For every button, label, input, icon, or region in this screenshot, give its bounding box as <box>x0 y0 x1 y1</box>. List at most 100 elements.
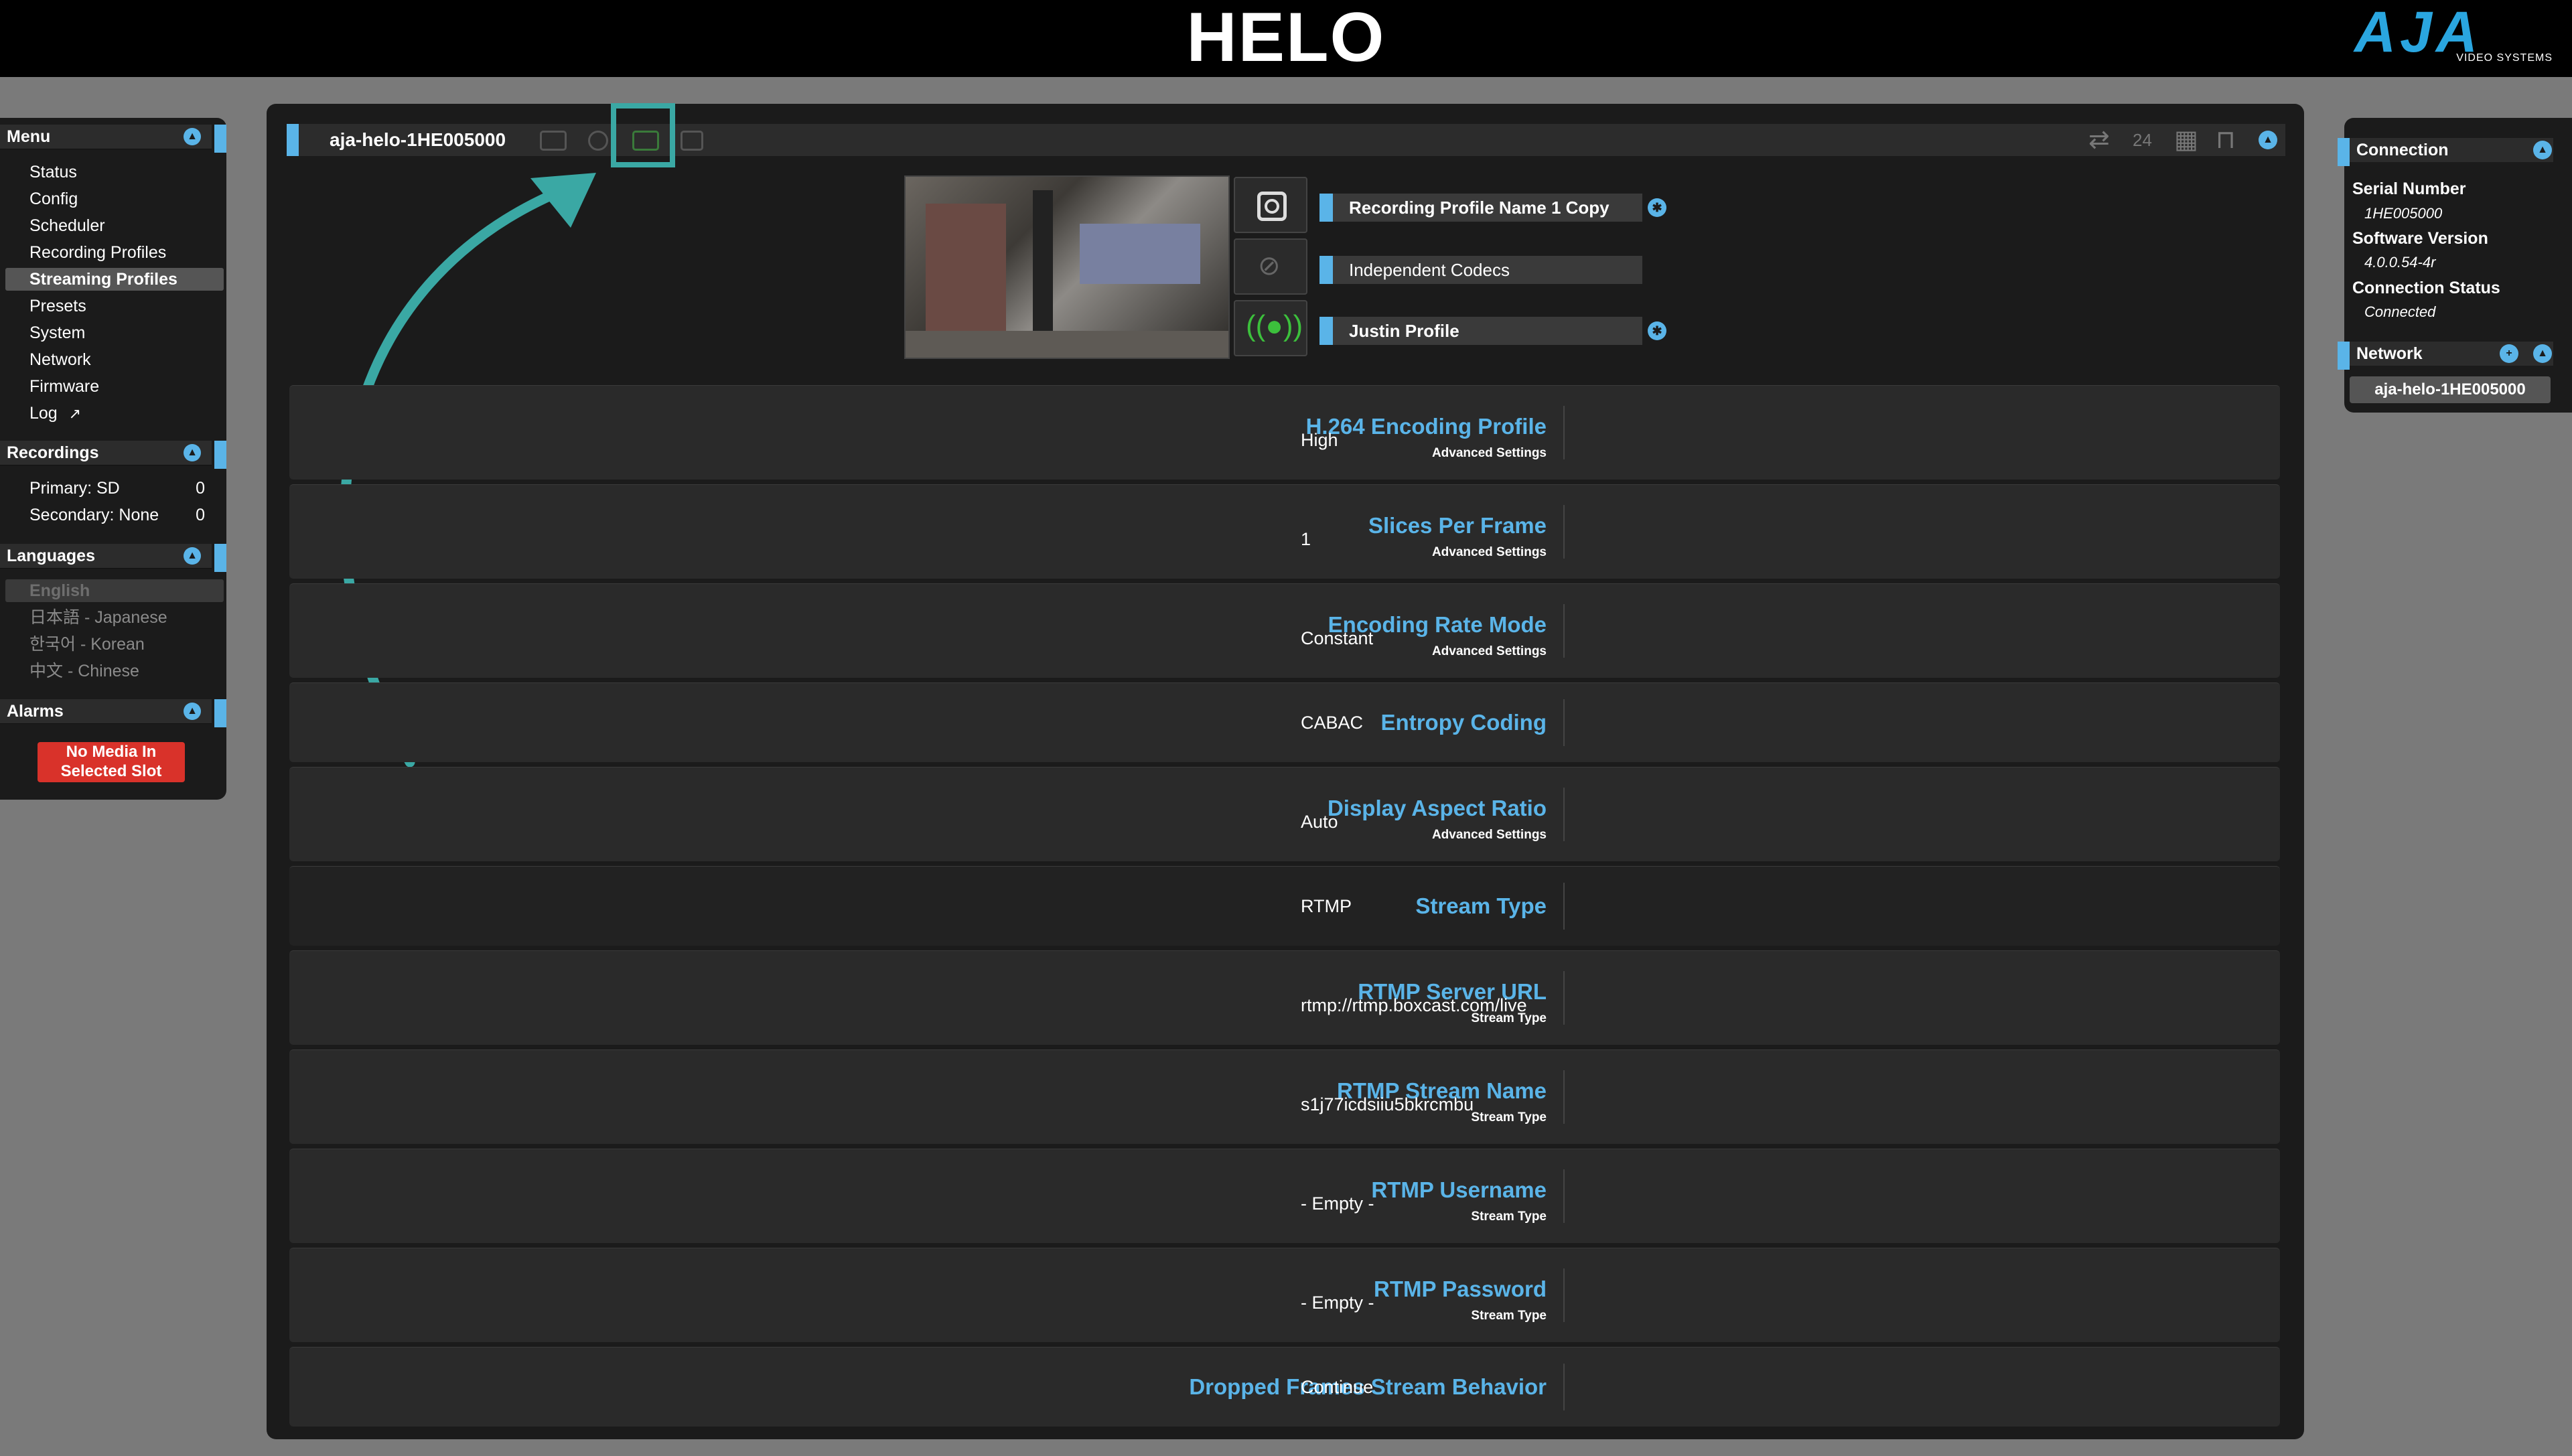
setting-value[interactable]: RTMP <box>1301 896 1352 917</box>
setting-value[interactable]: rtmp://rtmp.boxcast.com/live <box>1301 995 1527 1016</box>
languages-tab <box>214 544 226 572</box>
setting-row-rtmp-stream-name[interactable]: RTMP Stream Name Stream Type s1j77icdsii… <box>289 1049 2280 1144</box>
device-tab <box>287 124 299 156</box>
setting-value[interactable]: High <box>1301 430 1338 451</box>
recordings-collapse-icon[interactable]: ▲ <box>184 444 201 461</box>
row-divider <box>1563 1268 1565 1322</box>
network-collapse-icon[interactable]: ▲ <box>2533 344 2552 363</box>
recording-profile-field[interactable]: Recording Profile Name 1 Copy <box>1319 194 1642 222</box>
device-header: aja-helo-1HE005000 ⇄ 24 ▦ ⊓ ▲ <box>287 124 2285 156</box>
setting-row-slices[interactable]: Slices Per Frame Advanced Settings 1 <box>289 484 2280 579</box>
network-title: Network <box>2356 344 2423 363</box>
connection-collapse-icon[interactable]: ▲ <box>2533 141 2552 159</box>
setting-row-rtmp-url[interactable]: RTMP Server URL Stream Type rtmp://rtmp.… <box>289 950 2280 1045</box>
recordings-tab <box>214 441 226 469</box>
setting-value[interactable]: - Empty - <box>1301 1193 1374 1214</box>
setting-value[interactable]: - Empty - <box>1301 1293 1374 1313</box>
menu-item-log-label: Log <box>29 404 58 423</box>
language-japanese[interactable]: 日本語 - Japanese <box>29 606 167 629</box>
link-icon: ⊘ <box>1258 251 1281 281</box>
menu-item-network[interactable]: Network <box>29 348 91 371</box>
record-mode-button[interactable] <box>1234 177 1307 233</box>
language-korean[interactable]: 한국어 - Korean <box>29 633 145 656</box>
recordings-header: Recordings ▲ <box>0 441 226 469</box>
broadcast-icon: ((●)) <box>1246 309 1303 342</box>
network-header: Network + ▲ <box>2338 342 2553 370</box>
calendar-icon[interactable]: 24 <box>2133 124 2152 156</box>
menu-item-system[interactable]: System <box>29 321 85 344</box>
row-divider <box>1563 883 1565 930</box>
row-divider <box>1563 971 1565 1025</box>
link-icon[interactable] <box>588 131 608 151</box>
menu-item-firmware[interactable]: Firmware <box>29 375 99 398</box>
serial-number-label: Serial Number <box>2352 179 2466 198</box>
device-collapse-icon[interactable]: ▲ <box>2259 131 2277 149</box>
setting-row-aspect-ratio[interactable]: Display Aspect Ratio Advanced Settings A… <box>289 767 2280 861</box>
setting-row-rtmp-password[interactable]: RTMP Password Stream Type - Empty - <box>289 1248 2280 1342</box>
setting-row-h264-profile[interactable]: H.264 Encoding Profile Advanced Settings… <box>289 385 2280 480</box>
setting-row-stream-type[interactable]: Stream Type RTMP <box>289 866 2280 946</box>
aja-logo-subtitle: VIDEO SYSTEMS <box>2456 52 2553 64</box>
app-title: HELO <box>1186 0 1386 76</box>
menu-item-scheduler[interactable]: Scheduler <box>29 214 105 237</box>
streaming-profile-field[interactable]: Justin Profile <box>1319 317 1642 345</box>
menu-collapse-icon[interactable]: ▲ <box>184 128 201 145</box>
alarms-title: Alarms <box>7 702 64 721</box>
recording-profile-tab <box>1319 194 1333 222</box>
connection-header: Connection ▲ <box>2338 138 2553 166</box>
recordings-title: Recordings <box>7 443 99 462</box>
menu-item-recording-profiles[interactable]: Recording Profiles <box>29 241 166 264</box>
connection-tab <box>2338 138 2350 166</box>
setting-value[interactable]: CABAC <box>1301 713 1363 733</box>
menu-item-streaming-profiles[interactable]: Streaming Profiles <box>5 268 224 291</box>
setting-value[interactable]: s1j77icdsiiu5bkrcmbu <box>1301 1094 1474 1115</box>
menu-item-log[interactable]: Log ↗ <box>29 402 81 425</box>
menu-item-config[interactable]: Config <box>29 188 78 210</box>
setting-row-entropy[interactable]: Entropy Coding CABAC <box>289 682 2280 762</box>
languages-collapse-icon[interactable]: ▲ <box>184 547 201 565</box>
network-add-icon[interactable]: + <box>2500 344 2518 363</box>
record-mode-icon[interactable] <box>540 131 567 151</box>
menu-tab <box>214 125 226 153</box>
row-divider <box>1563 1364 1565 1410</box>
menu-item-status[interactable]: Status <box>29 161 77 184</box>
languages-header: Languages ▲ <box>0 544 226 572</box>
streaming-profile-name: Justin Profile <box>1349 321 1459 341</box>
recording-profile-name: Recording Profile Name 1 Copy <box>1349 198 1610 218</box>
recording-secondary-label: Secondary: None <box>29 506 159 524</box>
row-divider <box>1563 505 1565 559</box>
stream-mode-button[interactable]: ((●)) <box>1234 300 1307 356</box>
codecs-name: Independent Codecs <box>1349 260 1510 280</box>
unlock-icon[interactable]: ⊓ <box>2216 124 2236 156</box>
aja-logo: AJA VIDEO SYSTEMS <box>2354 3 2555 66</box>
alarms-collapse-icon[interactable]: ▲ <box>184 703 201 720</box>
stream-record-icon[interactable] <box>681 131 703 151</box>
filmstrip-icon[interactable]: ▦ <box>2174 124 2198 156</box>
setting-row-dropped-frames[interactable]: Dropped Frames Stream Behavior Continue <box>289 1347 2280 1427</box>
setting-value[interactable]: Continue <box>1301 1377 1373 1398</box>
codecs-field[interactable]: Independent Codecs <box>1319 256 1642 284</box>
codecs-tab <box>1319 256 1333 284</box>
menu-title: Menu <box>7 127 51 146</box>
setting-row-rate-mode[interactable]: Encoding Rate Mode Advanced Settings Con… <box>289 583 2280 678</box>
connection-status-value: Connected <box>2364 303 2436 320</box>
row-divider <box>1563 604 1565 658</box>
language-english[interactable]: English <box>5 579 224 602</box>
alarm-no-media-badge[interactable]: No Media In Selected Slot <box>38 742 185 782</box>
external-link-icon: ↗ <box>68 405 82 422</box>
row-divider <box>1563 1169 1565 1223</box>
streaming-profile-settings-icon[interactable]: ✱ <box>1648 321 1666 340</box>
top-bar: HELO AJA VIDEO SYSTEMS <box>0 0 2572 77</box>
setting-value[interactable]: Constant <box>1301 628 1373 649</box>
swap-icon[interactable]: ⇄ <box>2088 124 2110 156</box>
link-mode-button[interactable]: ⊘ <box>1234 238 1307 295</box>
recording-profile-settings-icon[interactable]: ✱ <box>1648 198 1666 217</box>
setting-value[interactable]: Auto <box>1301 812 1338 832</box>
setting-sublabel: Advanced Settings <box>1431 545 1547 559</box>
device-name: aja-helo-1HE005000 <box>330 129 506 150</box>
setting-value[interactable]: 1 <box>1301 529 1311 550</box>
setting-row-rtmp-username[interactable]: RTMP Username Stream Type - Empty - <box>289 1149 2280 1243</box>
network-device-button[interactable]: aja-helo-1HE005000 <box>2350 376 2551 403</box>
language-chinese[interactable]: 中文 - Chinese <box>29 660 139 682</box>
menu-item-presets[interactable]: Presets <box>29 295 86 317</box>
